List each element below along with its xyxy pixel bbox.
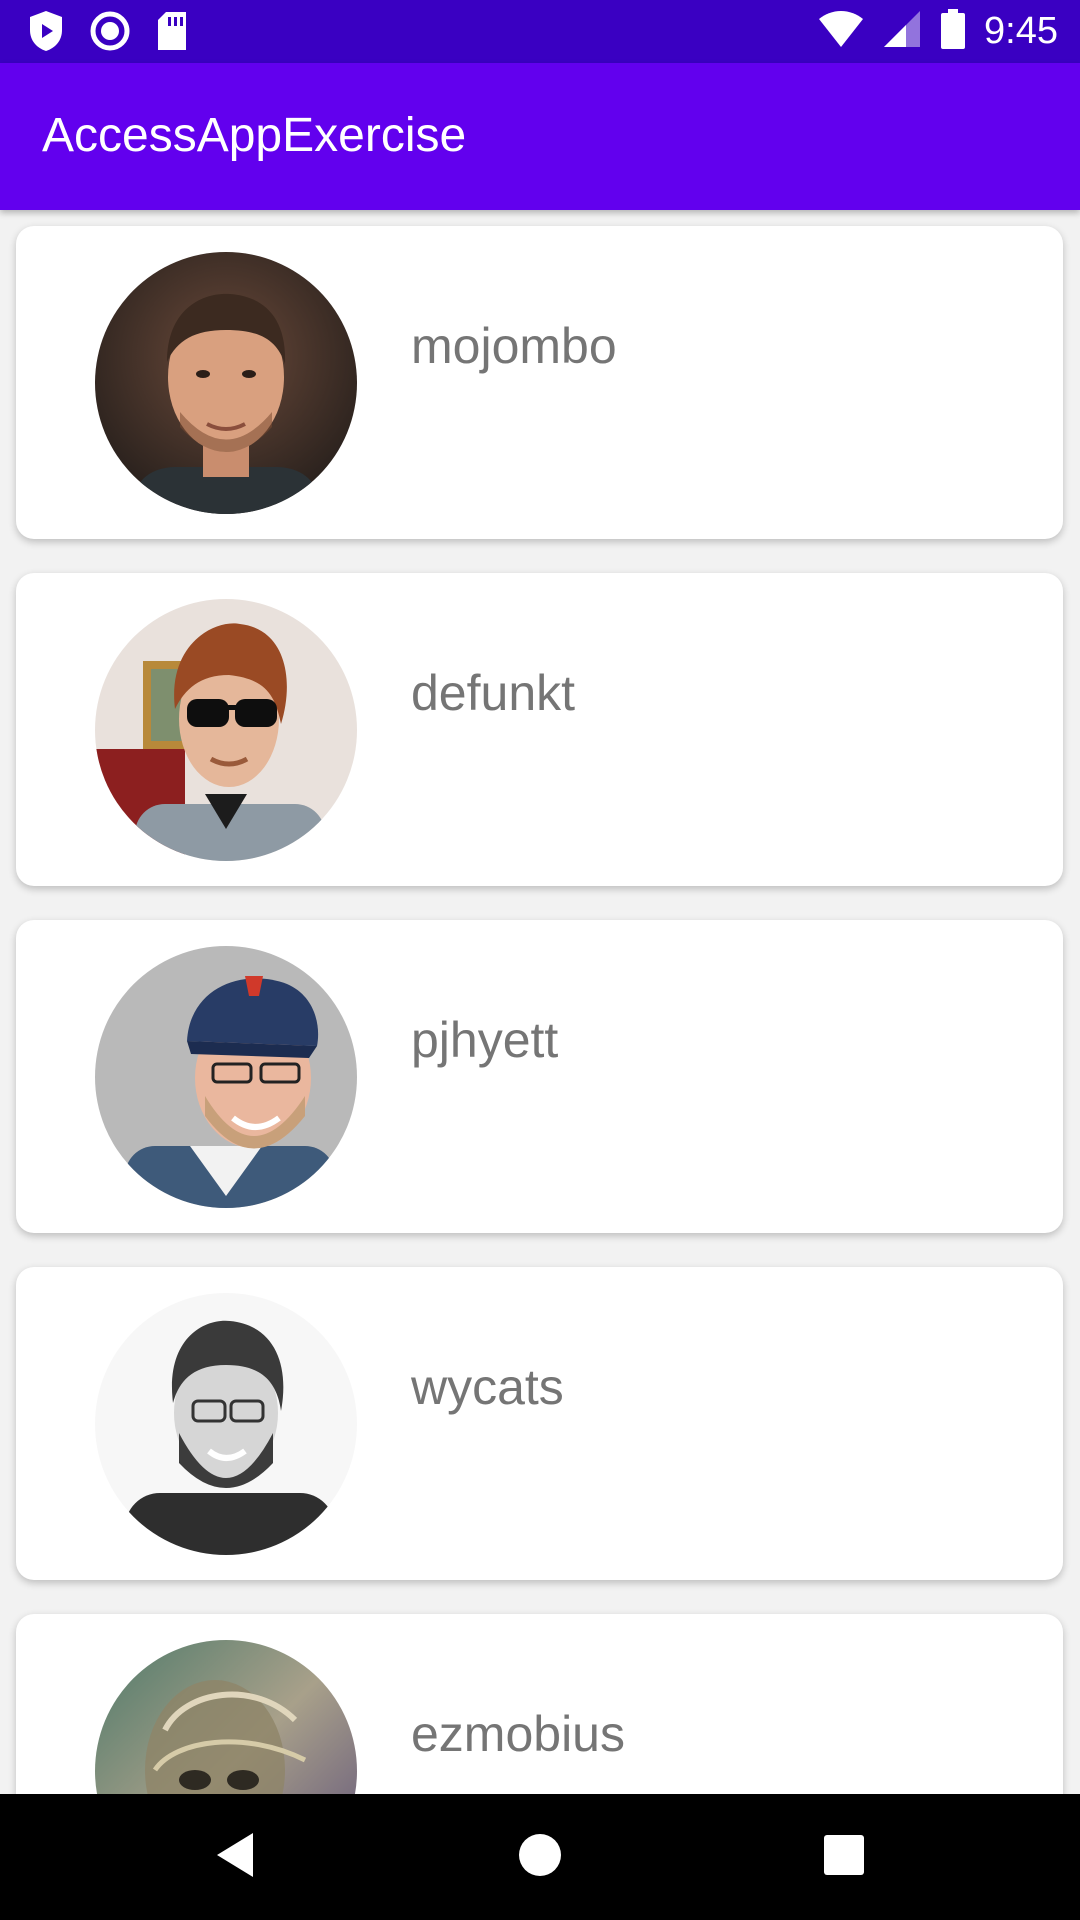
user-avatar: [95, 1640, 357, 1794]
radio-circle-icon: [90, 11, 130, 56]
user-card[interactable]: wycats: [16, 1267, 1063, 1580]
status-bar: 9:45: [0, 0, 1080, 63]
home-button[interactable]: [505, 1822, 575, 1892]
back-button[interactable]: [200, 1822, 270, 1892]
status-time: 9:45: [984, 10, 1058, 52]
username: ezmobius: [411, 1706, 625, 1762]
recents-button[interactable]: [809, 1822, 879, 1892]
recents-icon: [823, 1834, 865, 1881]
app-title: AccessAppExercise: [42, 109, 467, 162]
username: mojombo: [411, 318, 617, 374]
cell-signal-icon: [882, 9, 922, 54]
battery-icon: [940, 8, 966, 54]
user-card[interactable]: defunkt: [16, 573, 1063, 886]
user-avatar: [95, 1293, 357, 1555]
user-card[interactable]: mojombo: [16, 226, 1063, 539]
home-icon: [517, 1832, 563, 1883]
status-bar-right-icons: 9:45: [818, 8, 1058, 54]
username: wycats: [411, 1359, 564, 1415]
user-avatar: [95, 599, 357, 861]
user-list[interactable]: mojombo defunkt pjhyett wycats ezmobius: [0, 210, 1080, 1794]
status-bar-left-icons: [28, 10, 188, 57]
user-avatar: [95, 946, 357, 1208]
user-card[interactable]: ezmobius: [16, 1614, 1063, 1794]
user-card[interactable]: pjhyett: [16, 920, 1063, 1233]
play-protect-icon: [28, 10, 64, 57]
navigation-bar: [0, 1794, 1080, 1920]
app-bar: AccessAppExercise: [0, 63, 1080, 210]
username: pjhyett: [411, 1012, 559, 1068]
sd-card-icon: [156, 11, 188, 56]
user-avatar: [95, 252, 357, 514]
back-icon: [213, 1831, 257, 1884]
username: defunkt: [411, 665, 576, 721]
wifi-icon: [818, 10, 864, 53]
